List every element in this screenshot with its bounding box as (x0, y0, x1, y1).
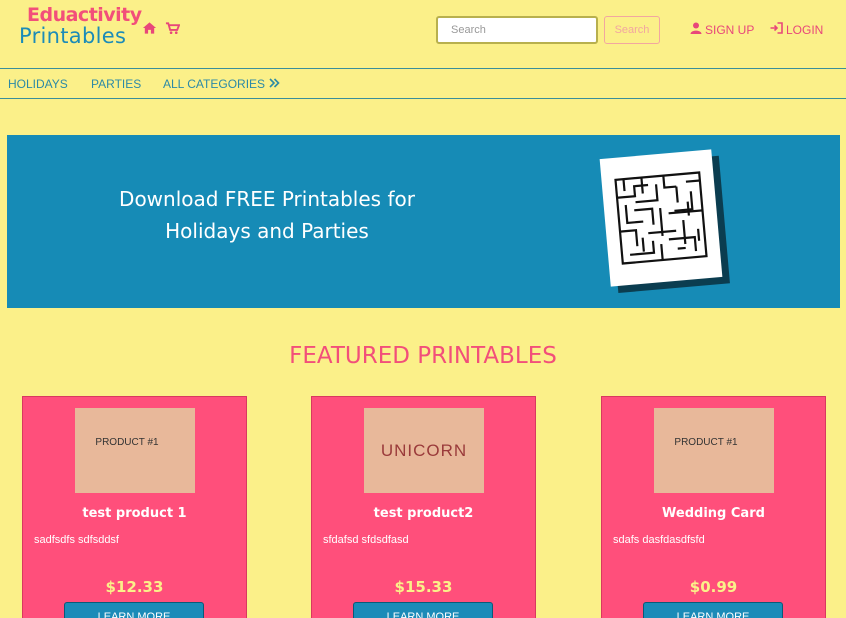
signup-label: SIGN UP (705, 22, 755, 37)
product-description: sadfsdfs sdfsddsf (34, 534, 119, 546)
login-link[interactable]: LOGIN (770, 22, 823, 37)
product-thumbnail[interactable]: UNICORN (364, 408, 484, 493)
login-label: LOGIN (786, 22, 824, 37)
product-price: $0.99 (689, 578, 738, 596)
logo-line-2: Printables (19, 24, 127, 48)
site-logo[interactable]: Eduactivity Printables (19, 4, 142, 48)
hero-line-1: Download FREE Printables for (119, 187, 415, 211)
nav-item-all-categories-label: ALL CATEGORIES (163, 77, 266, 91)
logo-line-1: Eduactivity (27, 4, 142, 26)
home-icon[interactable] (142, 20, 157, 39)
featured-title: FEATURED PRINTABLES (289, 343, 557, 369)
login-icon (770, 22, 783, 37)
hero-text: Download FREE Printables for Holidays an… (97, 183, 437, 247)
category-nav: HOLIDAYS PARTIES ALL CATEGORIES (0, 68, 846, 99)
nav-item-all-categories[interactable]: ALL CATEGORIES (163, 77, 280, 91)
maze-drawing (614, 171, 708, 265)
maze-image (599, 149, 723, 287)
learn-more-button[interactable]: LEARN MORE (643, 602, 783, 618)
product-thumbnail[interactable]: PRODUCT #1 (654, 408, 774, 493)
user-icon (690, 22, 702, 37)
product-title[interactable]: test product2 (312, 506, 535, 521)
learn-more-button[interactable]: LEARN MORE (353, 602, 493, 618)
hero-banner: Download FREE Printables for Holidays an… (7, 135, 840, 308)
product-description: sfdafsd sfdsdfasd (323, 534, 409, 546)
product-thumbnail[interactable]: PRODUCT #1 (75, 408, 195, 493)
product-card[interactable]: PRODUCT #1 Wedding Card sdafs dasfdasdfs… (601, 396, 826, 618)
product-price: $15.33 (394, 578, 453, 596)
search-button[interactable]: Search (604, 16, 660, 44)
product-title[interactable]: test product 1 (23, 506, 246, 521)
product-title[interactable]: Wedding Card (602, 506, 825, 521)
product-price: $12.33 (105, 578, 164, 596)
product-description: sdafs dasfdasdfsfd (613, 534, 705, 546)
product-card[interactable]: PRODUCT #1 test product 1 sadfsdfs sdfsd… (22, 396, 247, 618)
product-card[interactable]: UNICORN test product2 sfdafsd sfdsdfasd … (311, 396, 536, 618)
nav-item-parties[interactable]: PARTIES (91, 77, 141, 91)
site-header: Eduactivity Printables Search SIGN UP LO… (0, 0, 846, 68)
double-chevron-right-icon (269, 77, 280, 91)
search-input[interactable] (436, 16, 598, 44)
hero-line-2: Holidays and Parties (165, 219, 369, 243)
signup-link[interactable]: SIGN UP (690, 22, 754, 37)
cart-icon[interactable] (165, 20, 181, 39)
learn-more-button[interactable]: LEARN MORE (64, 602, 204, 618)
nav-item-holidays[interactable]: HOLIDAYS (8, 77, 68, 91)
